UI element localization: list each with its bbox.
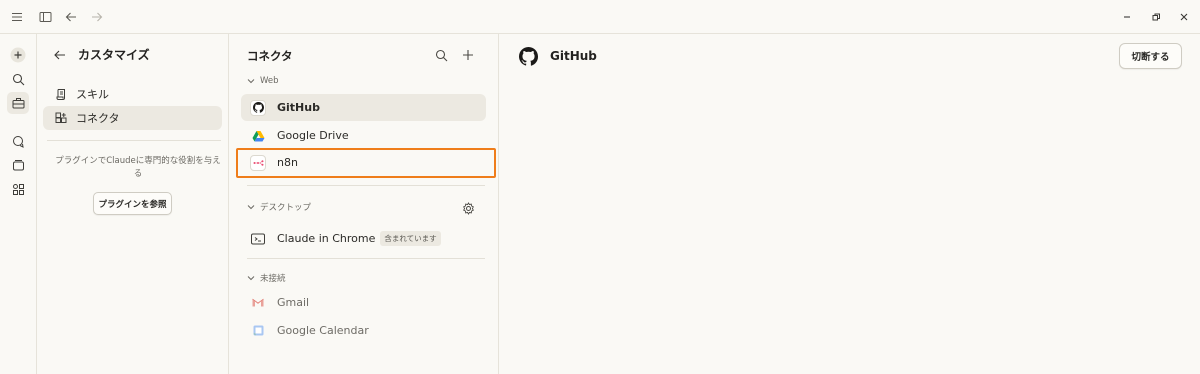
connector-gmail[interactable]: Gmail xyxy=(241,289,486,316)
google-drive-icon xyxy=(250,130,266,142)
chevron-down-icon xyxy=(247,203,255,211)
nav-item-label: スキル xyxy=(76,88,109,101)
detail-title: GitHub xyxy=(550,49,597,63)
scroll-icon xyxy=(55,88,67,100)
customize-panel: カスタマイズ スキル コネクタ プラグインでClaudeに専門的な役割を与える … xyxy=(37,34,229,374)
chevron-down-icon xyxy=(247,274,255,282)
add-icon[interactable] xyxy=(460,47,476,63)
nav-item-connectors[interactable]: コネクタ xyxy=(43,106,222,130)
chevron-down-icon xyxy=(247,77,255,85)
sidebar-toggle-icon[interactable] xyxy=(36,8,54,26)
title-bar xyxy=(0,0,1200,34)
connector-grid-icon xyxy=(55,112,67,124)
connector-claude-in-chrome[interactable]: Claude in Chrome 含まれています xyxy=(241,225,486,252)
connector-google-drive[interactable]: Google Drive xyxy=(241,122,486,149)
browser-window-icon xyxy=(250,231,266,247)
section-disconnected[interactable]: 未接続 xyxy=(247,272,286,284)
apps-icon[interactable] xyxy=(7,178,29,200)
gmail-icon xyxy=(250,298,266,307)
chats-icon[interactable] xyxy=(7,130,29,152)
divider xyxy=(247,258,485,259)
close-icon[interactable] xyxy=(1175,8,1193,26)
left-rail xyxy=(0,34,37,374)
gear-icon[interactable] xyxy=(460,200,476,216)
search-icon[interactable] xyxy=(433,47,449,63)
divider xyxy=(47,140,221,141)
connector-google-calendar[interactable]: Google Calendar xyxy=(241,317,486,344)
connectors-title: コネクタ xyxy=(247,49,293,63)
connector-list-panel: コネクタ Web GitHub Google Drive n8n デスクトップ xyxy=(229,34,499,374)
selection-highlight xyxy=(236,148,496,178)
plugin-description: プラグインでClaudeに専門的な役割を与える xyxy=(55,156,221,179)
menu-icon[interactable] xyxy=(8,8,26,26)
browse-plugins-button[interactable]: プラグインを参照 xyxy=(93,192,172,215)
back-arrow-icon[interactable] xyxy=(53,49,66,61)
divider xyxy=(247,185,485,186)
search-icon[interactable] xyxy=(7,68,29,90)
customize-header: カスタマイズ xyxy=(53,46,150,63)
github-icon xyxy=(250,99,266,116)
connector-github[interactable]: GitHub xyxy=(241,94,486,121)
disconnect-button[interactable]: 切断する xyxy=(1119,43,1182,69)
included-badge: 含まれています xyxy=(380,231,441,246)
connector-label: Gmail xyxy=(277,296,310,309)
projects-icon[interactable] xyxy=(7,154,29,176)
connector-label: Google Calendar xyxy=(277,324,369,337)
connector-detail-pane: GitHub 切断する xyxy=(499,34,1200,374)
new-chat-icon[interactable] xyxy=(7,44,29,66)
forward-arrow-icon[interactable] xyxy=(88,8,106,26)
section-web[interactable]: Web xyxy=(247,76,279,86)
connector-label: GitHub xyxy=(277,101,320,114)
nav-item-skills[interactable]: スキル xyxy=(43,82,222,106)
nav-item-label: コネクタ xyxy=(76,112,120,125)
calendar-icon xyxy=(250,325,266,336)
github-icon xyxy=(519,47,538,66)
section-label: デスクトップ xyxy=(260,203,312,213)
section-desktop[interactable]: デスクトップ xyxy=(247,201,311,213)
back-arrow-icon[interactable] xyxy=(62,8,80,26)
page-title: カスタマイズ xyxy=(78,48,150,62)
minimize-icon[interactable] xyxy=(1118,8,1136,26)
section-label: Web xyxy=(260,76,279,86)
toolbox-icon[interactable] xyxy=(7,92,29,114)
connector-label: Google Drive xyxy=(277,129,349,142)
section-label: 未接続 xyxy=(260,274,286,284)
connector-label: Claude in Chrome xyxy=(277,232,376,245)
restore-icon[interactable] xyxy=(1147,8,1165,26)
